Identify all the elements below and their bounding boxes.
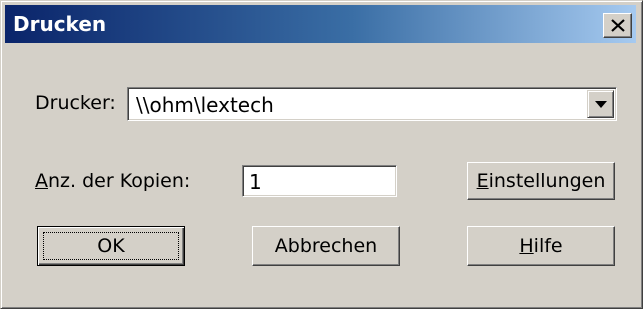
copies-input-value: 1 <box>249 170 262 194</box>
help-button[interactable]: Hilfe <box>467 226 615 266</box>
settings-button-label: Einstellungen <box>468 170 614 192</box>
cancel-button[interactable]: Abbrechen <box>252 226 400 266</box>
help-button-label: Hilfe <box>468 235 614 257</box>
settings-button-text: instellungen <box>488 170 606 192</box>
settings-button-mnemonic: E <box>476 170 489 192</box>
dialog-title: Drucken <box>13 12 107 36</box>
printer-label: Drucker: <box>35 92 116 114</box>
chevron-down-icon <box>595 101 607 108</box>
printer-select[interactable]: \\ohm\lextech <box>127 87 617 121</box>
copies-label: Anz. der Kopien: <box>35 170 190 192</box>
close-icon <box>611 19 625 32</box>
ok-button[interactable]: OK <box>37 226 185 266</box>
settings-button[interactable]: Einstellungen <box>467 162 615 200</box>
copies-label-mnemonic: A <box>35 170 48 192</box>
ok-button-label: OK <box>97 235 125 257</box>
copies-input[interactable]: 1 <box>242 165 397 197</box>
help-button-text: ilfe <box>533 235 563 257</box>
close-button[interactable] <box>603 13 632 38</box>
copies-label-text: nz. der Kopien: <box>48 170 191 192</box>
cancel-button-label: Abbrechen <box>274 235 378 257</box>
print-dialog: Drucken Drucker: \\ohm\lextech Anz. der … <box>0 0 643 309</box>
help-button-mnemonic: H <box>519 235 534 257</box>
printer-dropdown-button[interactable] <box>587 90 614 118</box>
printer-select-value: \\ohm\lextech <box>136 93 274 117</box>
title-bar[interactable]: Drucken <box>5 5 636 43</box>
